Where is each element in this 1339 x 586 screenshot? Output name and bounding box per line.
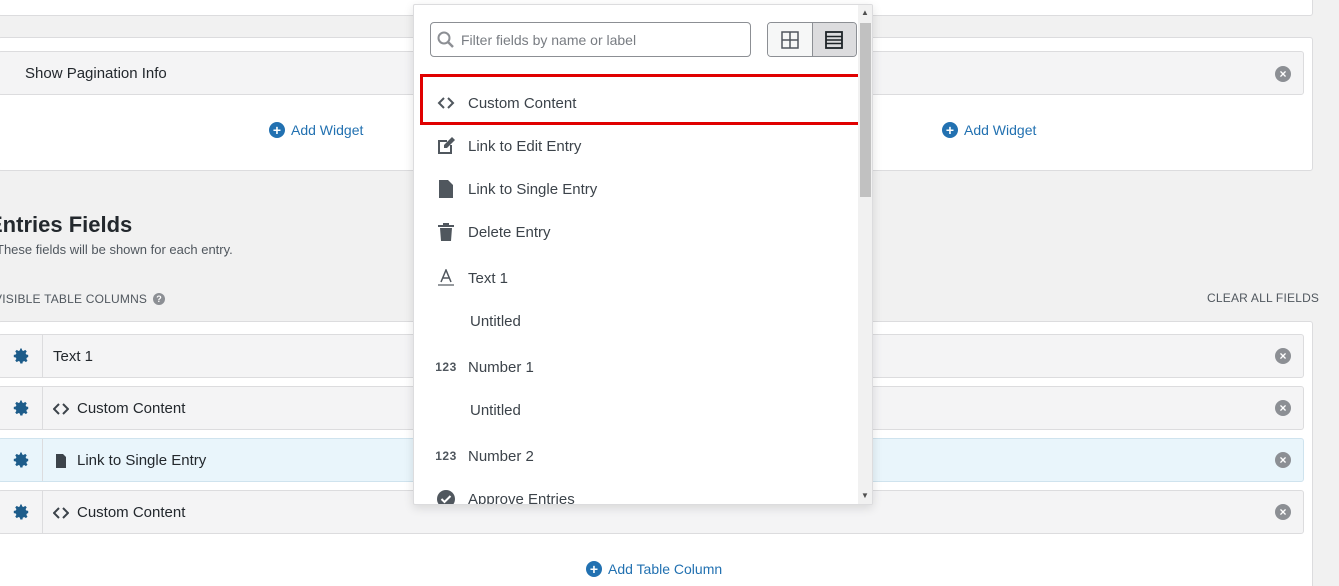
add-table-column-label: Add Table Column	[608, 561, 723, 577]
view-toggle	[767, 22, 857, 57]
field-settings-button[interactable]	[0, 387, 43, 429]
field-settings-button[interactable]	[0, 491, 43, 533]
field-label: Custom Content	[53, 504, 185, 521]
field-label: Text 1	[53, 348, 93, 365]
field-label-text: Text 1	[53, 348, 94, 365]
field-picker-dropdown: Custom Content Link to Edit Entry Link t…	[413, 4, 873, 505]
plus-circle-icon: +	[269, 122, 285, 138]
visible-columns-label: VISIBLE TABLE COLUMNS ?	[0, 292, 166, 306]
grid-icon	[781, 30, 799, 49]
field-option-number-1[interactable]: 123 Number 1	[414, 347, 858, 387]
code-icon	[53, 402, 69, 415]
grid-view-button[interactable]	[768, 23, 812, 56]
scroll-up-arrow-icon[interactable]: ▲	[861, 8, 869, 17]
field-filter-box[interactable]	[430, 22, 751, 57]
field-option-link-edit-entry[interactable]: Link to Edit Entry	[414, 126, 858, 166]
field-option-label: Number 1	[468, 358, 534, 376]
field-option-untitled-2[interactable]: Untitled	[414, 390, 858, 430]
dropdown-scrollbar[interactable]: ▲ ▼	[858, 5, 872, 504]
trash-icon	[436, 222, 456, 242]
add-widget-button-right[interactable]: + Add Widget	[942, 122, 1036, 138]
plus-circle-icon: +	[586, 561, 602, 577]
field-option-label: Number 2	[468, 447, 534, 465]
list-icon	[825, 30, 844, 49]
field-option-approve-entries[interactable]: Approve Entries	[414, 479, 858, 505]
add-widget-label: Add Widget	[291, 122, 364, 138]
field-label-text: Custom Content	[77, 400, 186, 417]
field-filter-input[interactable]	[461, 31, 741, 48]
edit-icon	[436, 136, 456, 156]
visible-columns-text: VISIBLE TABLE COLUMNS	[0, 292, 148, 306]
document-icon	[56, 453, 66, 468]
remove-widget-icon[interactable]: ×	[1275, 66, 1291, 82]
clear-all-fields-button[interactable]: CLEAR ALL FIELDS	[1207, 291, 1319, 305]
add-widget-label: Add Widget	[964, 122, 1037, 138]
field-label: Link to Single Entry	[53, 452, 206, 469]
field-label-text: Link to Single Entry	[77, 452, 207, 469]
list-view-button[interactable]	[811, 23, 856, 56]
field-option-label: Text 1	[468, 269, 509, 287]
remove-field-icon[interactable]: ×	[1275, 348, 1291, 364]
help-icon[interactable]: ?	[153, 293, 166, 305]
add-widget-button-left[interactable]: + Add Widget	[269, 122, 363, 138]
field-settings-button[interactable]	[0, 335, 43, 377]
search-icon	[437, 31, 454, 48]
scroll-down-arrow-icon[interactable]: ▼	[861, 491, 869, 500]
remove-field-icon[interactable]: ×	[1275, 504, 1291, 520]
field-settings-button[interactable]	[0, 439, 43, 481]
text-icon	[436, 268, 456, 288]
field-option-text-1[interactable]: Text 1	[414, 258, 858, 298]
gear-icon	[13, 504, 28, 520]
field-option-label: Approve Entries	[468, 490, 575, 505]
gear-icon	[13, 348, 28, 364]
gear-icon	[13, 452, 28, 468]
field-option-number-2[interactable]: 123 Number 2	[414, 436, 858, 476]
code-icon	[53, 506, 69, 519]
scroll-thumb[interactable]	[860, 23, 871, 197]
remove-field-icon[interactable]: ×	[1275, 452, 1291, 468]
page-right-gutter	[1329, 0, 1339, 586]
field-option-untitled[interactable]: Untitled	[414, 301, 858, 341]
field-option-label: Untitled	[470, 401, 521, 419]
field-option-label: Link to Single Entry	[468, 180, 598, 198]
number-icon: 123	[435, 360, 457, 374]
field-option-label: Link to Edit Entry	[468, 137, 582, 155]
widget-label: Show Pagination Info	[25, 65, 167, 82]
gear-icon	[13, 400, 28, 416]
field-label: Custom Content	[53, 400, 185, 417]
document-icon	[436, 179, 456, 199]
field-option-delete-entry[interactable]: Delete Entry	[414, 212, 858, 252]
section-title: Entries Fields	[0, 212, 133, 237]
check-circle-icon	[436, 489, 456, 504]
plus-circle-icon: +	[942, 122, 958, 138]
add-table-column-button[interactable]: + Add Table Column	[586, 561, 722, 577]
highlight-annotation-box	[420, 74, 872, 125]
field-option-label: Delete Entry	[468, 223, 551, 241]
field-label-text: Custom Content	[77, 504, 186, 521]
number-icon: 123	[435, 449, 457, 463]
remove-field-icon[interactable]: ×	[1275, 400, 1291, 416]
field-option-link-single-entry[interactable]: Link to Single Entry	[414, 169, 858, 209]
field-option-label: Untitled	[470, 312, 521, 330]
field-list: Custom Content Link to Edit Entry Link t…	[414, 75, 858, 505]
section-description: These fields will be shown for each entr…	[0, 242, 233, 257]
